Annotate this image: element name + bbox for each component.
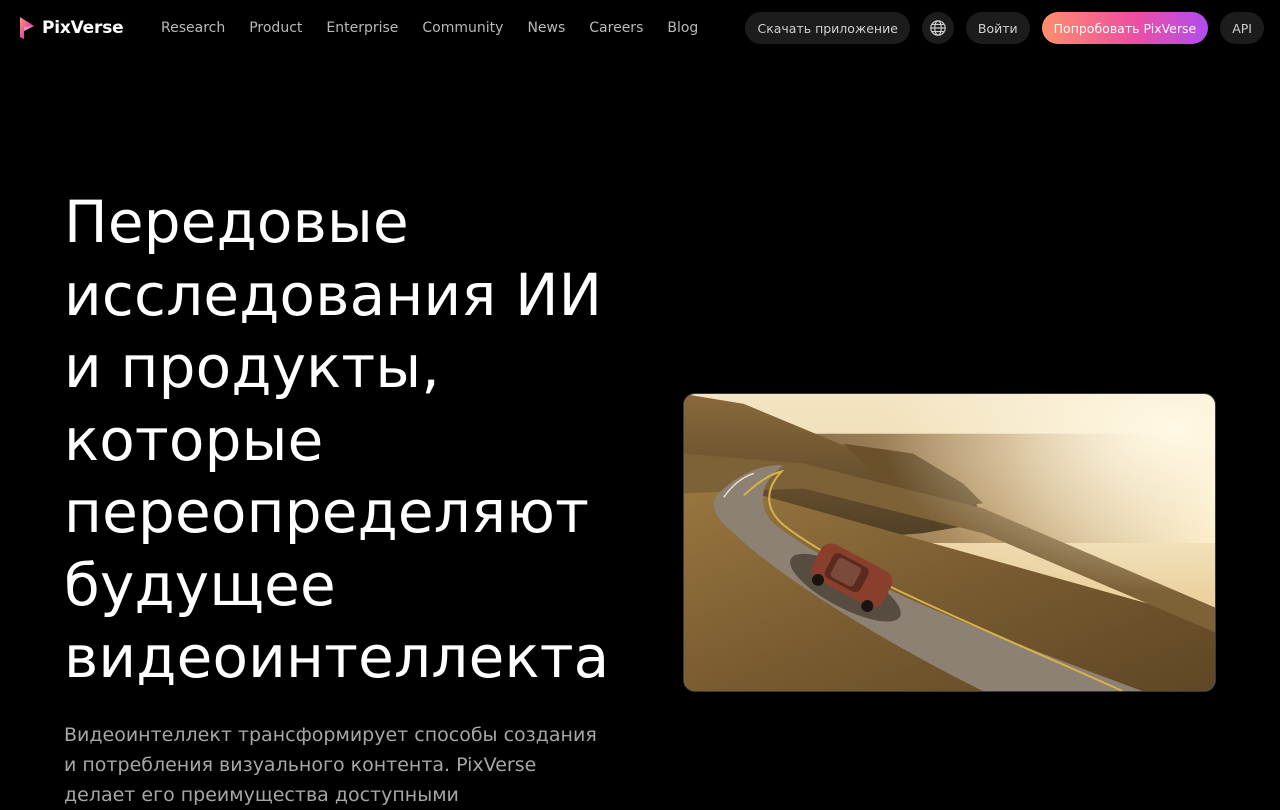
language-button[interactable] (921, 12, 954, 44)
coastal-road-car-image (684, 394, 1215, 691)
nav-link-product[interactable]: Product (249, 18, 302, 38)
try-pixverse-button[interactable]: Попробовать PixVerse (1041, 12, 1209, 44)
globe-icon (930, 20, 946, 36)
login-button[interactable]: Войти (965, 12, 1030, 44)
pixverse-logo[interactable]: PixVerse (18, 16, 124, 40)
nav-link-news[interactable]: News (527, 18, 565, 38)
main-menu: Research Product Enterprise Community Ne… (161, 18, 698, 38)
nav-link-research[interactable]: Research (161, 18, 225, 38)
brand-name: PixVerse (42, 18, 124, 38)
nav-link-blog[interactable]: Blog (667, 18, 698, 38)
api-button[interactable]: API (1220, 12, 1264, 44)
hero-video[interactable] (683, 393, 1216, 692)
nav-link-community[interactable]: Community (422, 18, 503, 38)
top-navigation: PixVerse Research Product Enterprise Com… (0, 0, 1280, 56)
nav-actions: Скачать приложение Войти Попробовать Pix… (745, 12, 1264, 44)
pixverse-logo-icon (20, 17, 34, 39)
hero-title: Передовые исследования ИИ и продукты, ко… (64, 188, 610, 691)
nav-link-enterprise[interactable]: Enterprise (326, 18, 398, 38)
hero-description: Видеоинтеллект трансформирует способы со… (64, 724, 597, 806)
nav-link-careers[interactable]: Careers (589, 18, 643, 38)
download-app-button[interactable]: Скачать приложение (745, 12, 910, 44)
